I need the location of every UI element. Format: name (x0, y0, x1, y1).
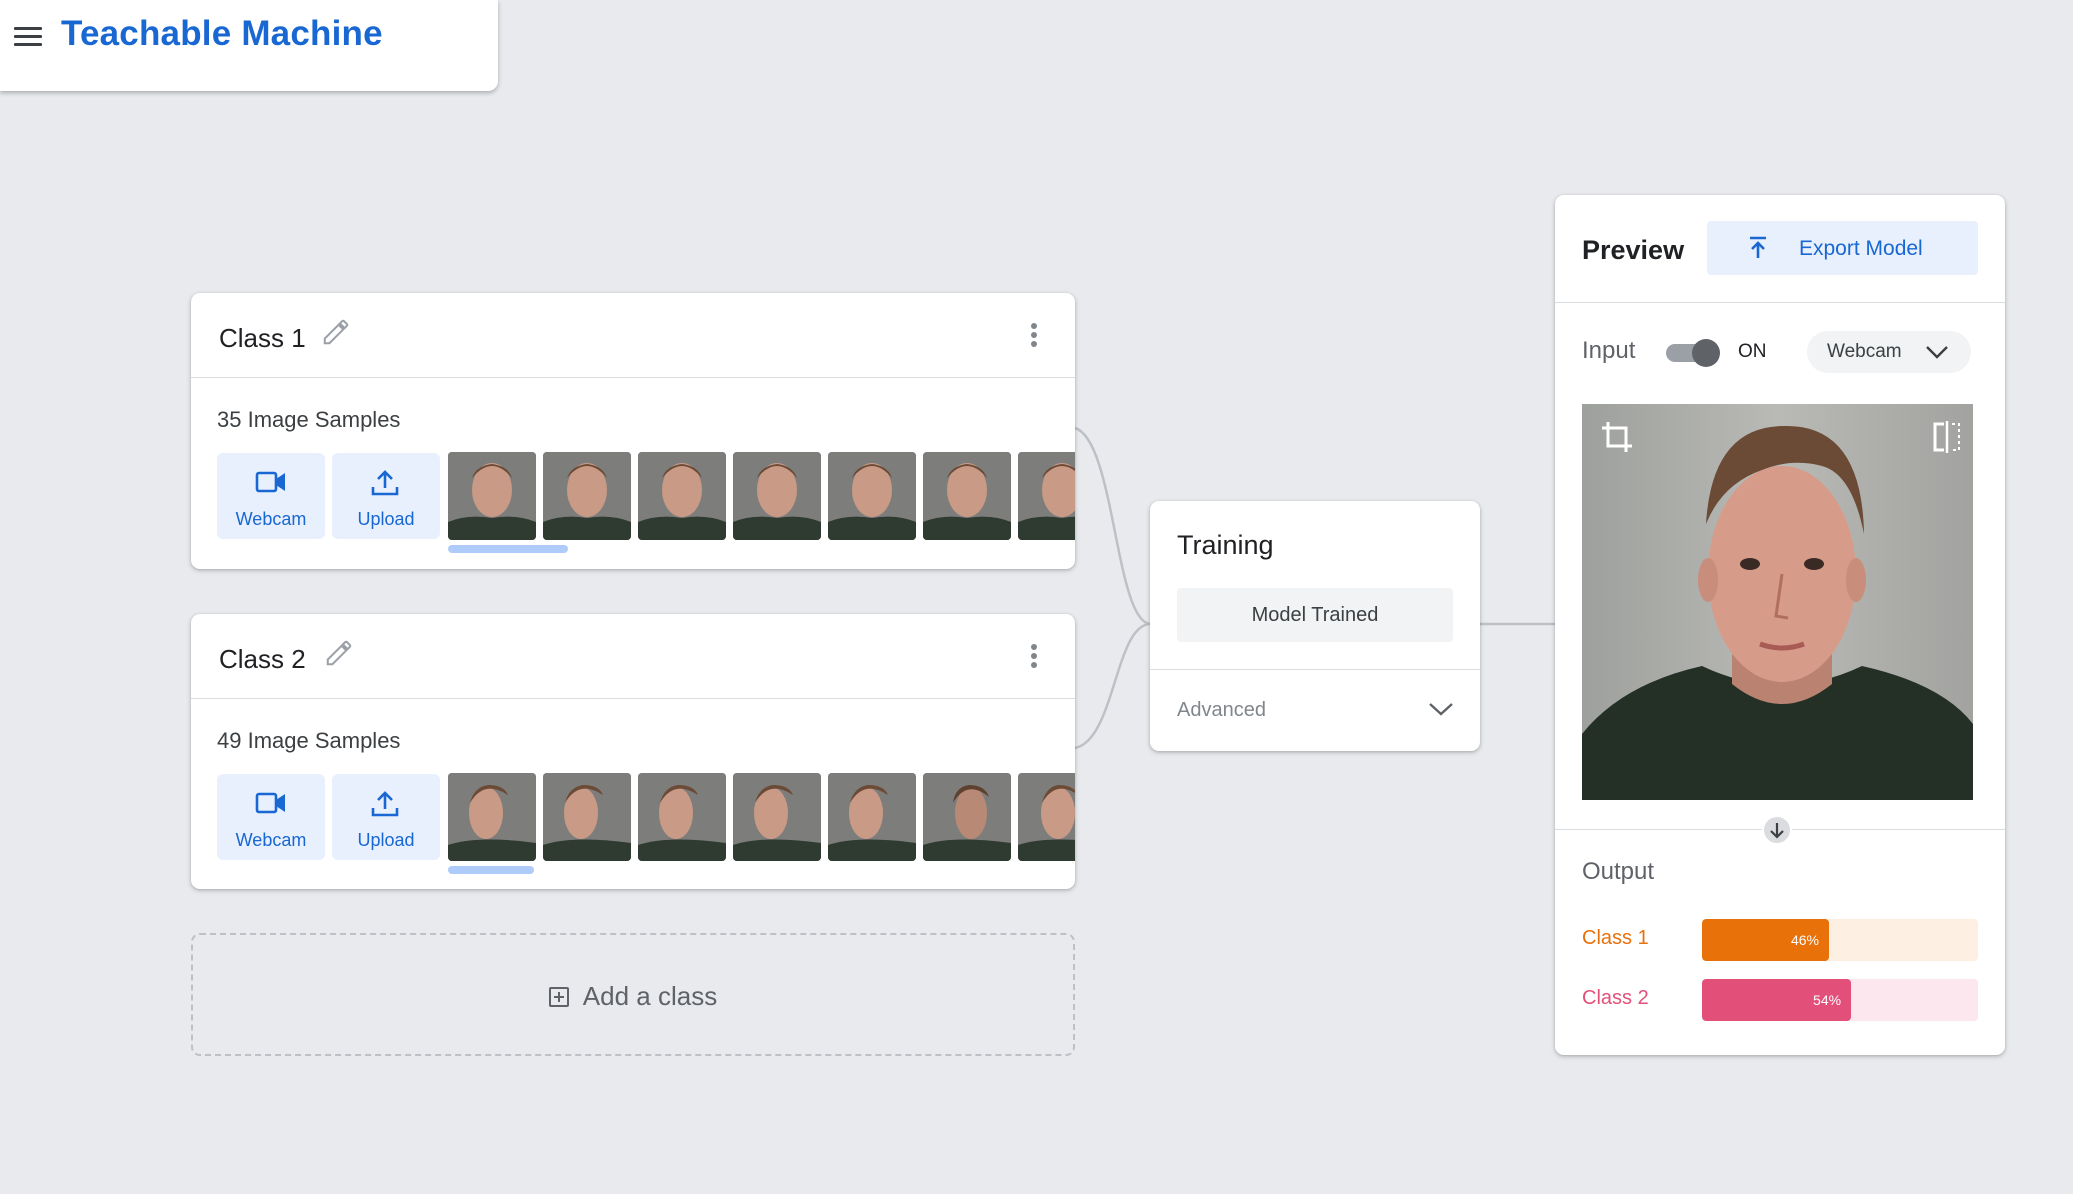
flip-horizontal-icon[interactable] (1932, 420, 1962, 454)
webcam-button[interactable]: Webcam (217, 453, 325, 539)
export-upload-icon (1750, 236, 1766, 258)
sample-thumbnail[interactable] (448, 452, 536, 540)
toggle-state-label: ON (1738, 341, 1767, 362)
more-options-icon[interactable] (1029, 323, 1039, 349)
webcam-feed (1582, 404, 1973, 800)
thumbnail-scrollbar[interactable] (448, 545, 568, 553)
output-percent-2: 54% (1813, 992, 1842, 1008)
sample-thumbnail-strip[interactable] (448, 452, 1075, 540)
webcam-button[interactable]: Webcam (217, 774, 325, 860)
class-card-header: Class 1 (191, 293, 1075, 378)
sample-thumbnail[interactable] (1018, 452, 1075, 540)
menu-icon[interactable] (14, 26, 42, 48)
preview-card: Preview Export Model Input ON Webcam Out… (1555, 195, 2005, 1055)
sample-thumbnail[interactable] (543, 452, 631, 540)
sample-count: 35 Image Samples (217, 407, 401, 432)
thumbnail-scrollbar[interactable] (448, 866, 534, 874)
video-camera-icon (255, 792, 285, 814)
train-model-button[interactable]: Model Trained (1177, 588, 1453, 642)
divider (1150, 669, 1480, 670)
class-name[interactable]: Class 1 (219, 323, 306, 354)
sample-thumbnail[interactable] (638, 773, 726, 861)
class-card-header: Class 2 (191, 614, 1075, 699)
training-card: Training Model Trained Advanced (1150, 501, 1480, 751)
sample-thumbnail[interactable] (828, 452, 916, 540)
export-model-button[interactable]: Export Model (1707, 221, 1978, 275)
output-label: Output (1582, 858, 1655, 885)
add-box-icon (548, 987, 569, 1007)
edit-pencil-icon[interactable] (321, 317, 351, 347)
sample-thumbnail[interactable] (923, 773, 1011, 861)
output-class-name-2: Class 2 (1582, 987, 1649, 1009)
output-class-name-1: Class 1 (1582, 927, 1649, 949)
sample-thumbnail[interactable] (733, 773, 821, 861)
more-options-icon[interactable] (1029, 644, 1039, 670)
sample-thumbnail[interactable] (923, 452, 1011, 540)
upload-icon (371, 470, 399, 496)
preview-title: Preview (1582, 235, 1685, 265)
add-class-label: Add a class (582, 981, 718, 1011)
input-source-dropdown[interactable]: Webcam (1807, 331, 1971, 373)
arrow-down-icon (1762, 815, 1792, 845)
edit-pencil-icon[interactable] (324, 638, 354, 668)
upload-icon (371, 791, 399, 817)
training-title: Training (1177, 530, 1274, 560)
upload-label: Upload (357, 509, 415, 529)
upload-label: Upload (357, 830, 415, 850)
video-camera-icon (255, 471, 285, 493)
sample-count: 49 Image Samples (217, 728, 401, 753)
add-class-button[interactable]: Add a class (191, 933, 1075, 1056)
class-card-1: Class 1 35 Image Samples Webcam Upload (191, 293, 1075, 569)
advanced-toggle[interactable]: Advanced (1177, 699, 1266, 722)
sample-thumbnail[interactable] (448, 773, 536, 861)
input-label: Input (1582, 337, 1636, 364)
app-header: Teachable Machine (0, 0, 498, 91)
webcam-label: Webcam (235, 830, 307, 850)
sample-thumbnail[interactable] (543, 773, 631, 861)
sample-thumbnail[interactable] (733, 452, 821, 540)
upload-button[interactable]: Upload (332, 774, 440, 860)
crop-icon[interactable] (1600, 420, 1634, 454)
divider (1555, 302, 2005, 303)
chevron-down-icon (1926, 346, 1948, 359)
sample-thumbnail[interactable] (638, 452, 726, 540)
chevron-down-icon[interactable] (1428, 701, 1454, 717)
input-source-value: Webcam (1827, 341, 1902, 362)
class-name[interactable]: Class 2 (219, 644, 306, 675)
output-confidence-bar-2: 54% (1702, 979, 1978, 1021)
sample-thumbnail-strip[interactable] (448, 773, 1075, 861)
webcam-video-image (1582, 404, 1973, 800)
output-confidence-bar-1: 46% (1702, 919, 1978, 961)
input-toggle[interactable] (1666, 339, 1720, 367)
app-title[interactable]: Teachable Machine (61, 14, 383, 54)
output-percent-1: 46% (1790, 932, 1819, 948)
sample-thumbnail[interactable] (1018, 773, 1075, 861)
webcam-label: Webcam (235, 509, 307, 529)
export-model-label: Export Model (1799, 237, 1923, 260)
sample-thumbnail[interactable] (828, 773, 916, 861)
class-card-2: Class 2 49 Image Samples Webcam Upload (191, 614, 1075, 889)
upload-button[interactable]: Upload (332, 453, 440, 539)
